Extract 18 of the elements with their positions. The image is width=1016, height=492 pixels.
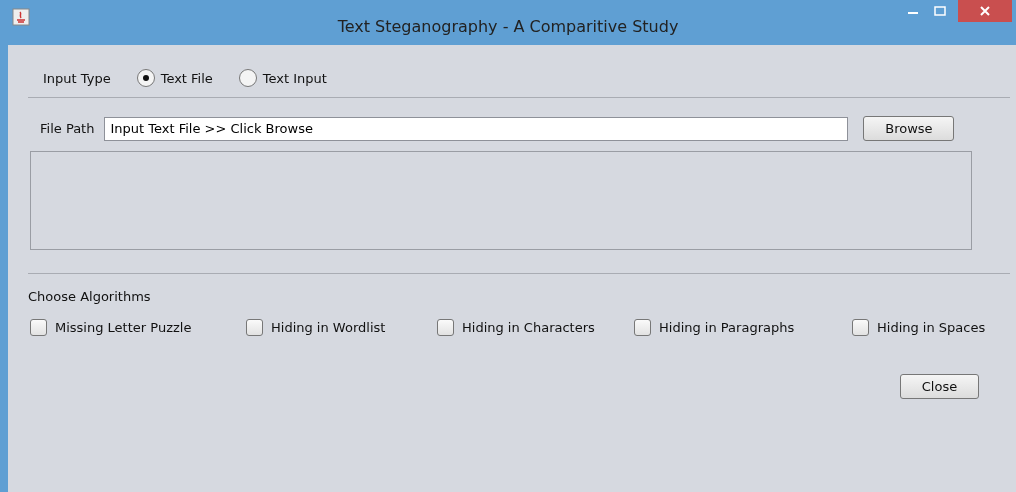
algorithm-checkbox[interactable]: Hiding in Wordlist (246, 319, 437, 336)
algorithm-checkbox[interactable]: Hiding in Paragraphs (634, 319, 852, 336)
input-type-label: Input Type (43, 70, 111, 86)
section-label: Choose Algorithms (28, 289, 152, 304)
close-icon (980, 6, 990, 16)
browse-button[interactable]: Browse (863, 116, 955, 141)
file-path-field[interactable]: Input Text File >> Click Browse (104, 116, 849, 141)
app-icon (12, 8, 30, 26)
radio-option[interactable]: Text File (136, 69, 213, 87)
window-title: Text Steganography - A Comparitive Study (336, 17, 680, 36)
radio-option[interactable]: Text Input (238, 69, 327, 87)
file-path-label: File Path (40, 121, 95, 136)
algorithm-checkbox[interactable]: Hiding in Characters (437, 319, 634, 336)
window-close-button[interactable] (958, 0, 1012, 22)
maximize-icon (934, 6, 946, 16)
algorithm-checkbox[interactable]: Missing Letter Puzzle (30, 319, 246, 336)
algorithm-checkbox[interactable]: Hiding in Spaces (852, 319, 1010, 336)
close-button[interactable]: Close (900, 374, 979, 399)
